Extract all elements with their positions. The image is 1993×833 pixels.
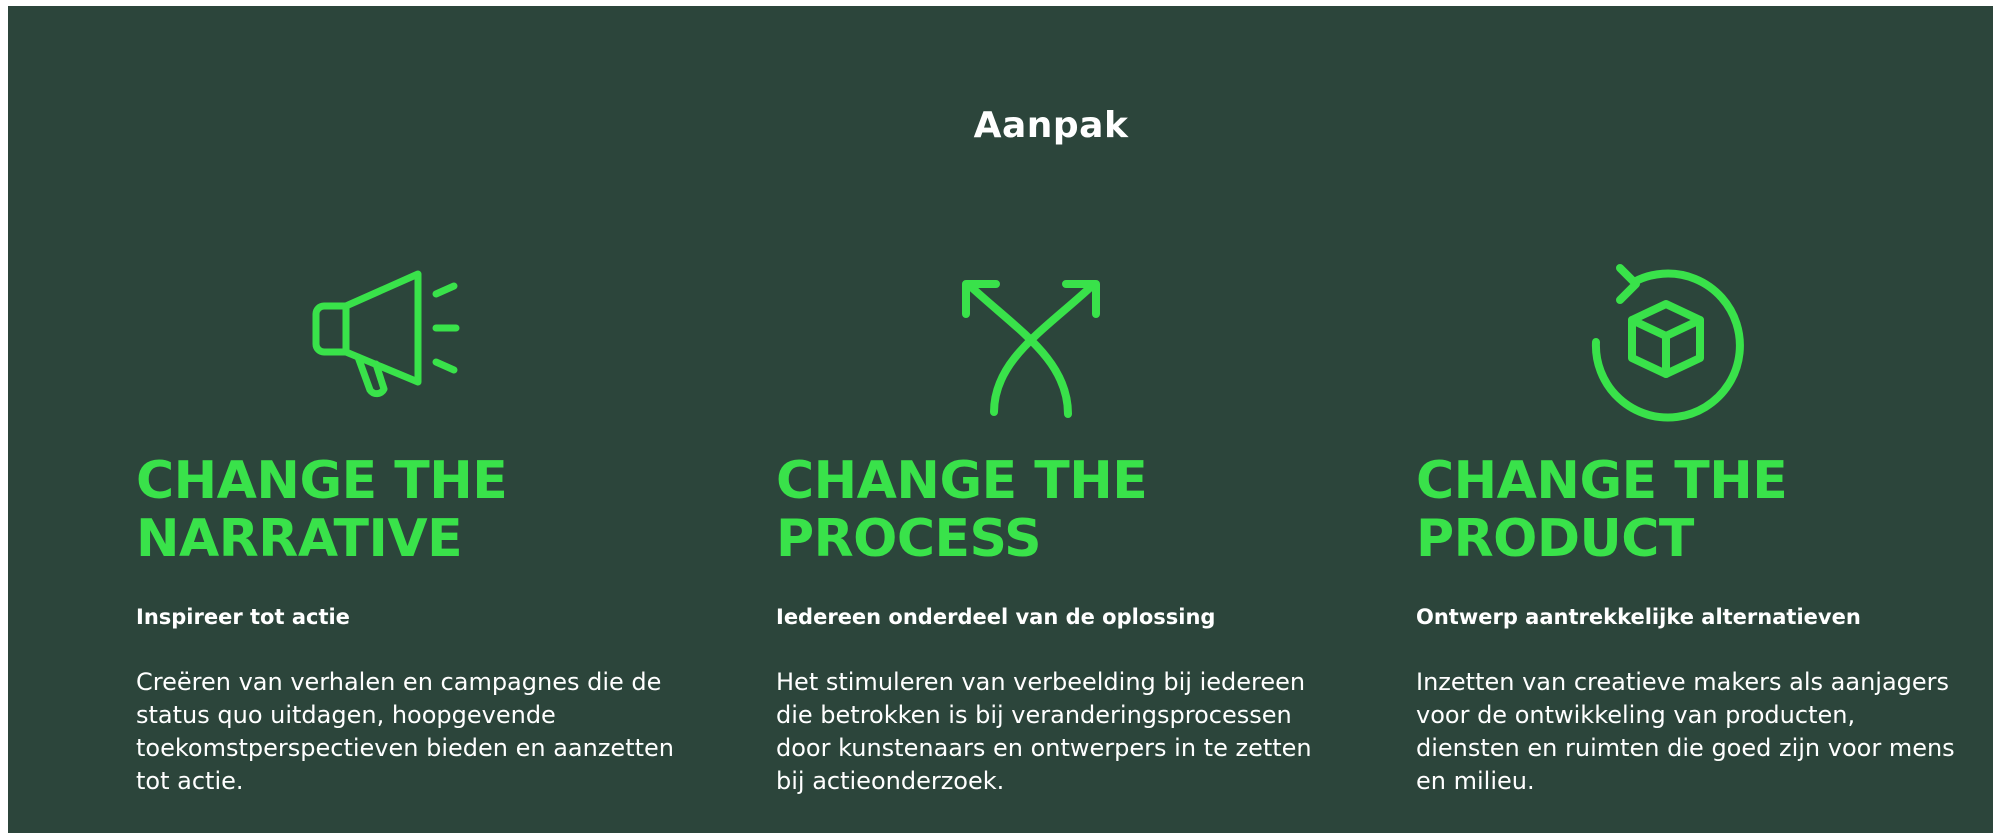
column-heading: CHANGE THE NARRATIVE xyxy=(136,451,508,569)
box-cycle-icon xyxy=(1576,254,1746,424)
column-subheading: Iedereen onderdeel van de oplossing xyxy=(776,605,1216,629)
approach-section: Aanpak CHANGE THE NARRATIVE Inspireer to… xyxy=(8,6,1993,833)
section-title: Aanpak xyxy=(973,105,1129,146)
column-description: Creëren van verhalen en campagnes die de… xyxy=(136,668,674,795)
column-subheading: Inspireer tot actie xyxy=(136,605,350,629)
megaphone-icon xyxy=(296,254,466,424)
column-description: Inzetten van creatieve makers als aanjag… xyxy=(1416,668,1955,795)
column-description: Het stimuleren van verbeelding bij ieder… xyxy=(776,668,1312,795)
column-heading: CHANGE THE PRODUCT xyxy=(1416,451,1788,569)
column-subheading: Ontwerp aantrekkelijke alternatieven xyxy=(1416,605,1861,629)
column-heading: CHANGE THE PROCESS xyxy=(776,451,1148,569)
diverging-arrows-icon xyxy=(946,254,1116,424)
